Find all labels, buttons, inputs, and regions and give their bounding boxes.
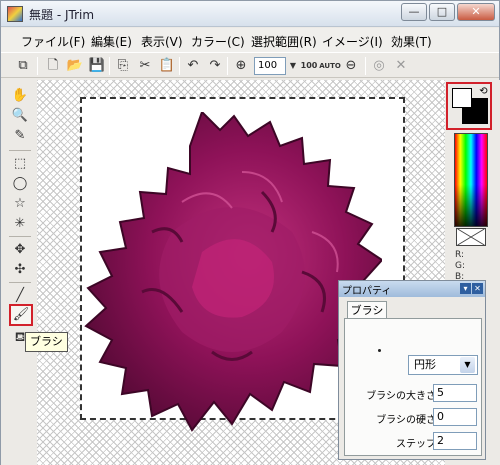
brush-shape-select[interactable]: 円形 ▼ bbox=[408, 355, 478, 375]
copy-icon[interactable]: ⎘ bbox=[113, 56, 133, 76]
tool-palette: ✋ 🔍 ✎ ⬚ ◯ ☆ ✳ ✥ ✣ ╱ 🖌 ⛾ bbox=[1, 80, 37, 465]
zoom-auto-icon[interactable]: AUTO bbox=[319, 56, 341, 76]
swap-colors-icon[interactable]: ⟲ bbox=[477, 85, 490, 98]
dialog-options-icon[interactable]: ▾ bbox=[460, 283, 471, 294]
tool-separator bbox=[9, 150, 31, 151]
menu-bar: ファイル(F) 編集(E) 表示(V) カラー(C) 選択範囲(R) イメージ(… bbox=[1, 28, 499, 52]
brush-properties-panel: 円形 ▼ ブラシの大きさ 5 ブラシの硬さ 0 ステップ 2 bbox=[344, 318, 482, 456]
tool-separator bbox=[9, 236, 31, 237]
window-title: 無題 - JTrim bbox=[29, 8, 95, 22]
ellipse-select-tool-icon[interactable]: ◯ bbox=[10, 174, 30, 194]
zoom-in-icon[interactable]: ⊕ bbox=[231, 56, 251, 76]
foreground-color-swatch[interactable] bbox=[452, 88, 472, 108]
save-icon[interactable]: 💾 bbox=[87, 56, 107, 76]
brush-hardness-label: ブラシの硬さ bbox=[376, 415, 436, 426]
property-dialog: プロパティ ▾ ✕ ブラシ 円形 ▼ ブラシの大きさ 5 ブラシの硬さ 0 ステ… bbox=[338, 280, 486, 460]
undo-icon[interactable]: ↶ bbox=[183, 56, 203, 76]
hand-tool-icon[interactable]: ✋ bbox=[10, 86, 30, 106]
new-file-icon[interactable]: 🗋 bbox=[43, 56, 63, 76]
lasso-tool-icon[interactable]: ☆ bbox=[10, 194, 30, 214]
brush-size-input[interactable]: 5 bbox=[433, 384, 477, 402]
zoom-dropdown-icon[interactable]: ▼ bbox=[287, 56, 299, 76]
brush-step-input[interactable]: 2 bbox=[433, 432, 477, 450]
paste-icon[interactable]: 📋 bbox=[157, 56, 177, 76]
color-spectrum[interactable] bbox=[454, 133, 488, 227]
brush-step-label: ステップ bbox=[396, 439, 436, 450]
close-button[interactable]: ✕ bbox=[457, 3, 495, 21]
red-value-label: R: bbox=[455, 250, 465, 260]
maximize-button[interactable]: □ bbox=[429, 3, 455, 21]
dialog-close-icon[interactable]: ✕ bbox=[472, 283, 483, 294]
menu-color[interactable]: カラー(C) bbox=[191, 33, 245, 50]
toolbar-separator bbox=[365, 57, 366, 75]
property-dialog-title: プロパティ bbox=[342, 286, 392, 297]
rect-select-tool-icon[interactable]: ⬚ bbox=[10, 154, 30, 174]
tool-separator bbox=[9, 282, 31, 283]
brush-tool-icon[interactable]: 🖌 bbox=[9, 304, 33, 326]
menu-view[interactable]: 表示(V) bbox=[141, 33, 183, 50]
brush-hardness-input[interactable]: 0 bbox=[433, 408, 477, 426]
transparent-color-swatch[interactable] bbox=[456, 228, 486, 246]
title-bar: 無題 - JTrim — □ ✕ bbox=[1, 1, 499, 27]
pencil-tool-icon[interactable]: ╱ bbox=[10, 286, 30, 306]
properties-icon[interactable]: ⧉ bbox=[13, 56, 33, 76]
minimize-button[interactable]: — bbox=[401, 3, 427, 21]
toolbar-separator bbox=[109, 57, 110, 75]
brush-preview bbox=[378, 349, 381, 352]
menu-edit[interactable]: 編集(E) bbox=[91, 33, 132, 50]
stop-icon[interactable]: ◎ bbox=[369, 56, 389, 76]
cut-icon[interactable]: ✂ bbox=[135, 56, 155, 76]
zoom-field[interactable]: 100 bbox=[254, 57, 286, 75]
chevron-down-icon[interactable]: ▼ bbox=[460, 357, 475, 373]
color-swatch-frame: ⟲ bbox=[446, 82, 492, 130]
toolbar-separator bbox=[179, 57, 180, 75]
brush-tooltip: ブラシ bbox=[25, 332, 68, 352]
zoom-100-icon[interactable]: 100 bbox=[299, 56, 319, 76]
menu-selection[interactable]: 選択範囲(R) bbox=[251, 33, 317, 50]
green-value-label: G: bbox=[455, 261, 466, 271]
toolbar: ⧉ 🗋 📂 💾 ⎘ ✂ 📋 ↶ ↷ ⊕ 100 ▼ 100 AUTO ⊖ ◎ ✕ bbox=[1, 52, 499, 78]
eyedropper-tool-icon[interactable]: ✎ bbox=[10, 126, 30, 146]
open-folder-icon[interactable]: 📂 bbox=[65, 56, 85, 76]
jtrim-window: 無題 - JTrim — □ ✕ ファイル(F) 編集(E) 表示(V) カラー… bbox=[0, 0, 500, 465]
cancel-icon[interactable]: ✕ bbox=[391, 56, 411, 76]
copy-move-tool-icon[interactable]: ✣ bbox=[10, 260, 30, 280]
menu-image[interactable]: イメージ(I) bbox=[322, 33, 383, 50]
move-tool-icon[interactable]: ✥ bbox=[10, 240, 30, 260]
property-dialog-titlebar[interactable]: プロパティ ▾ ✕ bbox=[339, 281, 485, 297]
magic-wand-tool-icon[interactable]: ✳ bbox=[10, 214, 30, 234]
menu-file[interactable]: ファイル(F) bbox=[21, 33, 85, 50]
flower-image bbox=[84, 112, 382, 432]
brush-shape-value: 円形 bbox=[414, 358, 436, 371]
zoom-out-icon[interactable]: ⊖ bbox=[341, 56, 361, 76]
redo-icon[interactable]: ↷ bbox=[205, 56, 225, 76]
brush-size-label: ブラシの大きさ bbox=[366, 391, 436, 402]
toolbar-separator bbox=[227, 57, 228, 75]
app-icon bbox=[7, 6, 23, 22]
menu-effects[interactable]: 効果(T) bbox=[391, 33, 432, 50]
tab-brush[interactable]: ブラシ bbox=[347, 301, 387, 319]
toolbar-separator bbox=[37, 57, 38, 75]
magnifier-tool-icon[interactable]: 🔍 bbox=[10, 106, 30, 126]
